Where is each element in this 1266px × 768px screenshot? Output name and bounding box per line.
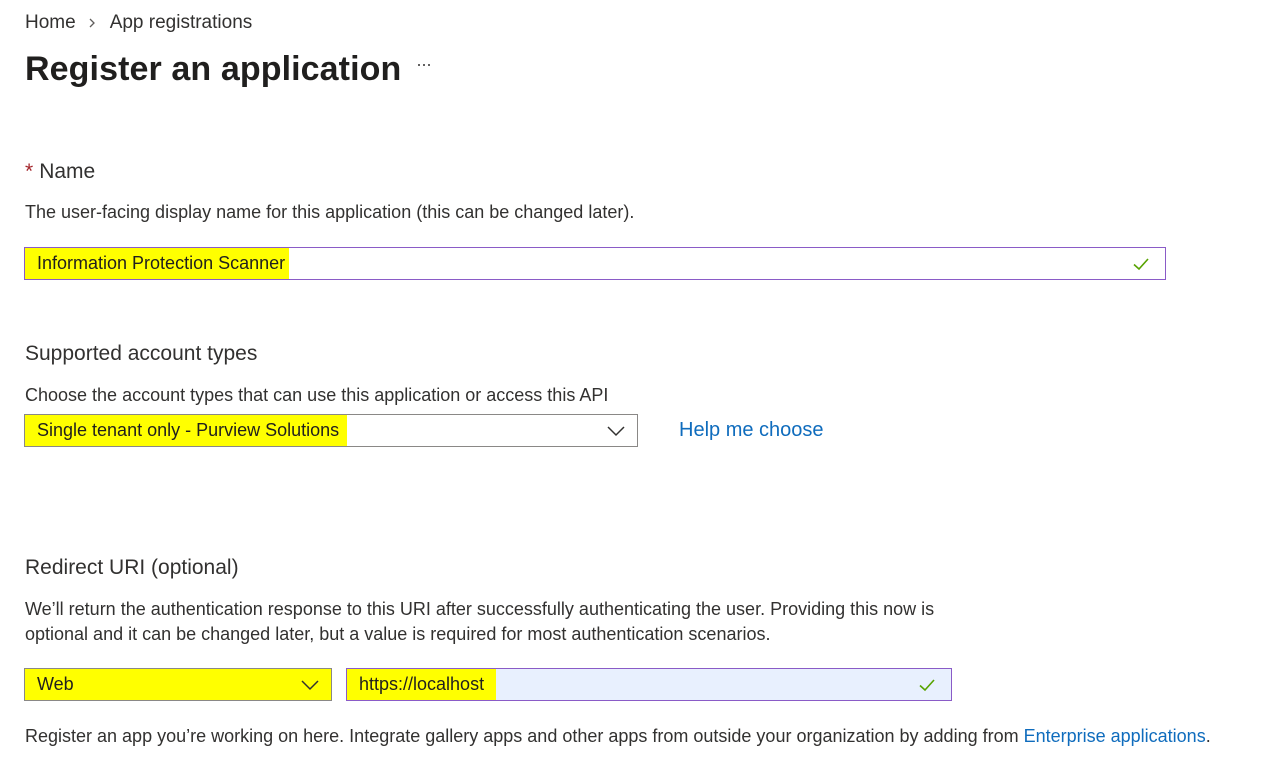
more-ellipsis-icon[interactable] [414, 60, 434, 70]
chevron-down-icon [607, 426, 625, 437]
account-type-select[interactable]: Single tenant only - Purview Solutions [24, 414, 638, 447]
help-me-choose-link[interactable]: Help me choose [679, 419, 824, 442]
breadcrumb: Home App registrations [25, 11, 252, 35]
name-input-value: Information Protection Scanner [25, 248, 290, 279]
checkmark-icon [919, 679, 935, 692]
chevron-down-icon [301, 680, 319, 691]
name-label: Name [39, 160, 96, 183]
redirect-uri-description-line1: We’ll return the authentication response… [25, 599, 935, 619]
account-types-description: Choose the account types that can use th… [25, 385, 609, 405]
footer-description: Register an app you’re working on here. … [25, 726, 1024, 746]
required-asterisk: * [25, 160, 34, 183]
platform-select[interactable]: Web [24, 668, 332, 701]
chevron-right-icon [88, 17, 96, 29]
breadcrumb-app-registrations-link[interactable]: App registrations [110, 12, 253, 34]
enterprise-applications-link[interactable]: Enterprise applications [1024, 726, 1206, 746]
platform-selected-value: Web [25, 669, 78, 700]
checkmark-icon [1133, 258, 1149, 271]
name-description: The user-facing display name for this ap… [25, 202, 635, 222]
account-types-title: Supported account types [25, 342, 258, 365]
footer-period: . [1205, 726, 1211, 746]
account-type-selected-value: Single tenant only - Purview Solutions [25, 415, 348, 446]
redirect-uri-value: https://localhost [347, 669, 497, 700]
redirect-uri-description-line2: optional and it can be changed later, bu… [25, 624, 771, 644]
breadcrumb-home-link[interactable]: Home [25, 12, 76, 34]
page-title: Register an application [25, 50, 402, 88]
name-section-title: * Name [25, 160, 95, 184]
redirect-uri-title: Redirect URI (optional) [25, 556, 239, 579]
redirect-uri-input[interactable]: https://localhost [346, 668, 952, 701]
footer-text: Register an app you’re working on here. … [25, 724, 1211, 749]
name-input[interactable]: Information Protection Scanner [24, 247, 1166, 280]
